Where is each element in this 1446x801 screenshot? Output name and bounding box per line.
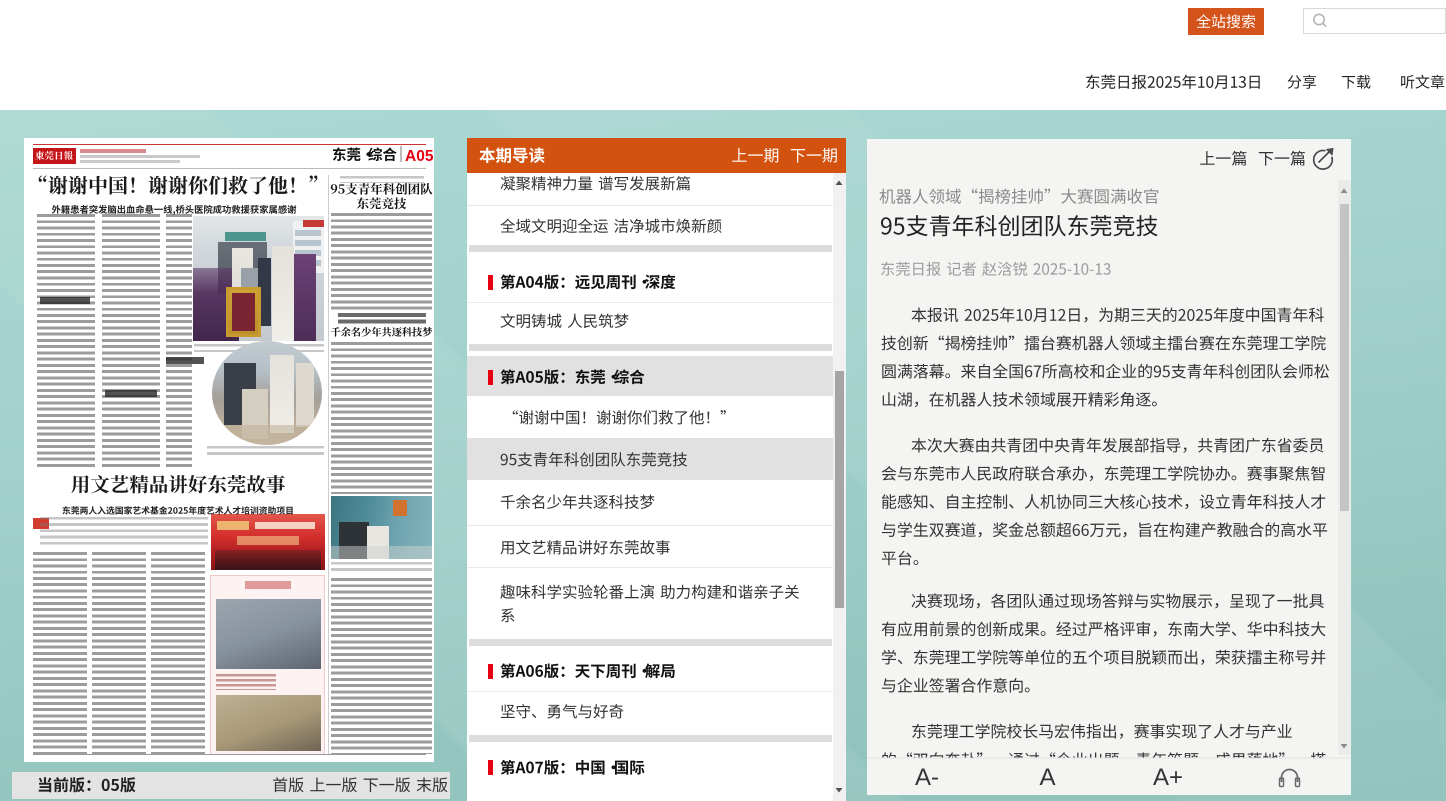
svg-text:A05: A05 [405, 148, 434, 165]
svg-text:A-: A- [915, 764, 939, 791]
svg-text:A+: A+ [1153, 764, 1183, 791]
svg-text:A: A [1039, 764, 1055, 791]
